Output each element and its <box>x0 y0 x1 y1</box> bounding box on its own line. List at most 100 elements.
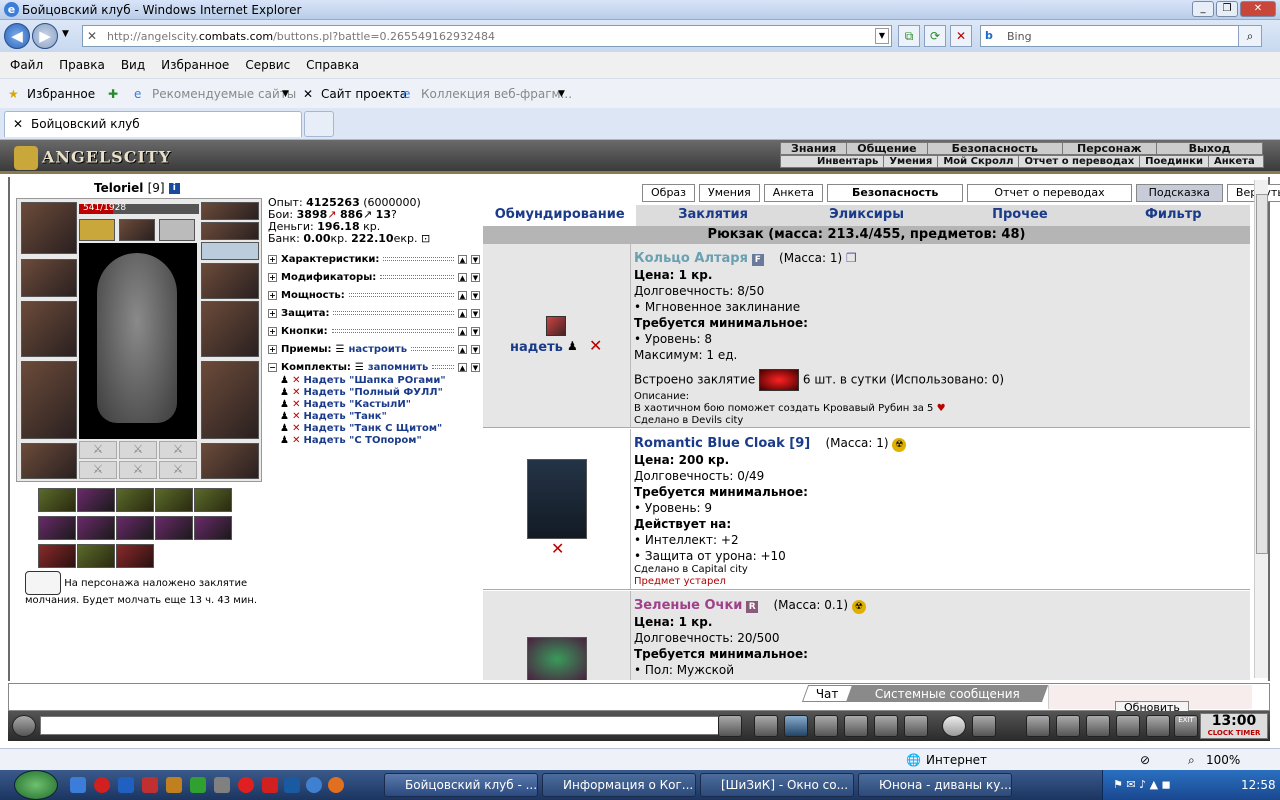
empty-slot-2[interactable]: ⚔ <box>119 441 157 459</box>
minimize-button[interactable]: _ <box>1192 1 1214 17</box>
effect-icon[interactable] <box>116 544 154 568</box>
bank-icon[interactable]: ⊡ <box>421 232 430 245</box>
chat-input[interactable] <box>40 716 720 735</box>
accordion-sets[interactable]: − Комплекты: ☰ запомнить ▲ ▼ <box>268 358 480 376</box>
menu-edit[interactable]: Правка <box>59 52 113 78</box>
tab-elixirs[interactable]: Эликсиры <box>790 205 943 226</box>
magic-icon[interactable] <box>904 715 928 737</box>
scrollbar-thumb[interactable] <box>1256 194 1268 554</box>
nav-skills[interactable]: Умения <box>884 156 939 167</box>
menu-favorites[interactable]: Избранное <box>161 52 237 78</box>
project-site-link[interactable]: Сайт проекта <box>321 87 407 101</box>
suggested-sites-dropdown-icon[interactable]: ▼ <box>282 89 289 99</box>
search-input[interactable]: b Bing <box>980 25 1242 47</box>
start-button[interactable] <box>14 770 58 800</box>
taskbar-window-yunona[interactable]: Юнона - диваны ку... <box>858 773 1012 797</box>
save-icon[interactable] <box>814 715 838 737</box>
tray-clock[interactable]: 12:58 <box>1241 778 1276 792</box>
delete-icon[interactable]: ✕ <box>551 539 564 558</box>
app-icon[interactable] <box>238 777 254 793</box>
profile-button[interactable]: Анкета <box>763 184 824 202</box>
nav-character[interactable]: Персонаж <box>1063 143 1157 155</box>
gloves-slot[interactable] <box>201 263 259 299</box>
wear-link[interactable]: надеть <box>510 340 563 355</box>
protected-mode-icon[interactable]: ⊘ <box>1140 753 1150 767</box>
zoom-level[interactable]: 100% <box>1206 753 1240 767</box>
photoshop-icon[interactable] <box>284 777 300 793</box>
winamp-icon[interactable] <box>166 777 182 793</box>
accordion-power[interactable]: + Мощность: ▲ ▼ <box>268 286 480 304</box>
set-link[interactable]: Надеть "Танк" <box>304 411 387 422</box>
configure-link[interactable]: настроить <box>349 344 408 355</box>
tab-chat[interactable]: Чат <box>801 685 853 702</box>
set-link[interactable]: Надеть "КастылИ" <box>304 399 411 410</box>
effect-icon[interactable] <box>77 488 115 512</box>
ring-slot-3[interactable] <box>201 242 259 260</box>
effect-icon[interactable] <box>77 516 115 540</box>
effect-icon[interactable] <box>194 488 232 512</box>
effect-icon[interactable] <box>194 516 232 540</box>
item-name[interactable]: Зеленые Очки <box>634 598 742 613</box>
compat-view-icon[interactable]: ⧉ <box>898 25 920 47</box>
wear-icon[interactable]: ♟ <box>567 339 578 353</box>
app-icon[interactable] <box>262 777 278 793</box>
taskbar-window-chat[interactable]: [ШиЗиК] - Окно со... <box>700 773 854 797</box>
appearance-button[interactable]: Образ <box>642 184 696 202</box>
accordion-modifiers[interactable]: + Модификаторы: ▲ ▼ <box>268 268 480 286</box>
taskbar-window-fight-club[interactable]: Бойцовский клуб - ... <box>384 773 538 797</box>
menu-help[interactable]: Справка <box>306 52 367 78</box>
chat-mode-icon[interactable] <box>12 715 36 737</box>
new-tab-button[interactable] <box>304 111 334 137</box>
empty-slot-1[interactable]: ⚔ <box>79 441 117 459</box>
effect-icon[interactable] <box>38 516 76 540</box>
favorites-button[interactable]: Избранное <box>27 87 95 101</box>
close-button[interactable]: ✕ <box>1240 1 1276 17</box>
remember-link[interactable]: запомнить <box>368 362 429 373</box>
armor-slot[interactable] <box>21 361 77 439</box>
url-field[interactable]: ✕ http://angelscity.combats.com/buttons.… <box>82 25 892 47</box>
weapon-slot[interactable] <box>21 301 77 357</box>
accordion-defense[interactable]: + Защита: ▲ ▼ <box>268 304 480 322</box>
nav-communication[interactable]: Общение <box>847 143 928 155</box>
page-scrollbar[interactable] <box>1254 180 1268 678</box>
nav-my-scroll[interactable]: Мой Скролл <box>938 156 1020 167</box>
bracers-slot[interactable] <box>21 259 77 297</box>
helmet-slot[interactable] <box>21 202 77 254</box>
tab-fight-club[interactable]: ✕ Бойцовский клуб <box>4 111 302 137</box>
boots-slot[interactable] <box>201 443 259 479</box>
empty-slot-6[interactable]: ⚔ <box>159 461 197 479</box>
fighter-icon[interactable] <box>844 715 868 737</box>
effect-icon[interactable] <box>77 544 115 568</box>
history-dropdown-icon[interactable]: ▼ <box>62 29 69 39</box>
amulet-slot[interactable] <box>79 219 115 241</box>
ie-quicklaunch-icon[interactable] <box>70 777 86 793</box>
tab-filter[interactable]: Фильтр <box>1097 205 1250 226</box>
empty-slot-4[interactable]: ⚔ <box>79 461 117 479</box>
transfer-report-button[interactable]: Отчет о переводах <box>967 184 1132 202</box>
effect-icon[interactable] <box>155 516 193 540</box>
belt-slot[interactable] <box>21 443 77 479</box>
menu-view[interactable]: Вид <box>121 52 153 78</box>
nav-security[interactable]: Безопасность <box>928 143 1063 155</box>
delete-icon[interactable]: ✕ <box>589 336 602 355</box>
filter-icon[interactable] <box>784 715 808 737</box>
item-name[interactable]: Кольцо Алтаря <box>634 251 748 266</box>
exit-icon[interactable]: EXIT <box>1174 715 1198 737</box>
effect-icon[interactable] <box>38 488 76 512</box>
nav-exit[interactable]: Выход <box>1157 143 1263 155</box>
tab-other[interactable]: Прочее <box>943 205 1096 226</box>
effect-icon[interactable] <box>116 516 154 540</box>
ring-slot-1[interactable] <box>201 202 259 220</box>
maximize-button[interactable]: ❐ <box>1216 1 1238 17</box>
tab-spells[interactable]: Заклятия <box>636 205 789 226</box>
nav-battles[interactable]: Поединки <box>1140 156 1209 167</box>
effect-icon[interactable] <box>38 544 76 568</box>
app-icon[interactable] <box>118 777 134 793</box>
effect-icon[interactable] <box>155 488 193 512</box>
set-link[interactable]: Надеть "Полный ФУЛЛ" <box>304 387 443 398</box>
nav-transfer-report[interactable]: Отчет о переводах <box>1019 156 1141 167</box>
lock-icon[interactable] <box>1146 715 1170 737</box>
bag-icon[interactable] <box>1026 715 1050 737</box>
app-icon[interactable] <box>142 777 158 793</box>
search-icon[interactable]: ⌕ <box>1238 25 1262 47</box>
